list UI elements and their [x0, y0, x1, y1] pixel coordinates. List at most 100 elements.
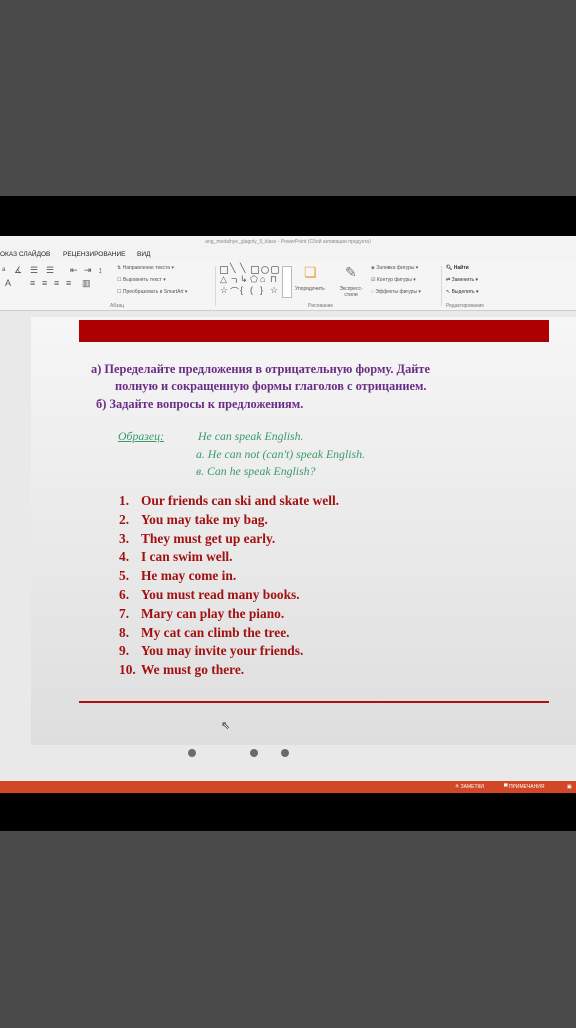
find-label: Найти [453, 265, 469, 271]
tab-review[interactable]: РЕЦЕНЗИРОВАНИЕ [63, 251, 126, 258]
list-item-text: My cat can climb the tree. [141, 624, 290, 640]
list-item-text: I can swim well. [141, 549, 233, 565]
notes-button[interactable]: ≙ ЗАМЕТКИ [455, 784, 484, 790]
columns-icon[interactable]: ▥ [82, 278, 91, 289]
ribbon-separator [441, 266, 442, 306]
shape-star-icon[interactable]: ☆ [220, 285, 228, 296]
clear-format-icon[interactable]: ∡ [14, 265, 22, 276]
editing-group-label: Редактирование [446, 303, 485, 309]
shape-line-icon[interactable]: ╲ [230, 263, 235, 274]
find-button[interactable]: 🔍︎ Найти [446, 265, 469, 271]
tab-slideshow[interactable]: ОКАЗ СЛАЙДОВ [0, 251, 50, 258]
video-progress-dot[interactable] [250, 749, 258, 757]
quick-styles-icon[interactable]: ✎ [345, 264, 357, 281]
list-item-number: 9. [119, 643, 130, 659]
align-right-icon[interactable]: ≡ [54, 278, 59, 288]
shape-brace-left-icon[interactable]: { [240, 285, 243, 295]
notes-label: ЗАМЕТКИ [460, 784, 485, 790]
example-question: в. Can he speak English? [196, 464, 316, 478]
list-item-number: 6. [119, 586, 130, 602]
shape-effects-button[interactable]: ◌ Эффекты фигуры ▾ [371, 289, 421, 295]
drawing-group-label: Рисование [308, 303, 334, 309]
shape-rounded-rect[interactable] [271, 266, 279, 274]
select-label: Выделить [451, 289, 475, 295]
shape-fill-label: Заливка фигуры [376, 265, 415, 271]
shape-can-icon[interactable]: ⊓ [270, 274, 277, 285]
list-item: 4. I can swim well. [119, 548, 339, 567]
shape-fill-button[interactable]: ◈ Заливка фигуры ▾ [371, 265, 418, 271]
replace-button[interactable]: ⇄ Заменить ▾ [446, 277, 478, 283]
smartart-button[interactable]: ☐ Преобразовать в SmartArt ▾ [117, 289, 187, 295]
quick-styles-button[interactable]: Экспресс-стили [334, 286, 368, 298]
shape-brace-right-icon[interactable]: } [260, 285, 263, 295]
video-progress-dot[interactable] [188, 749, 196, 757]
smartart-label: Преобразовать в SmartArt [122, 289, 184, 295]
arrange-icon[interactable]: ❏ [304, 264, 317, 281]
justify-icon[interactable]: ≡ [66, 278, 71, 288]
shape-cylinder-icon[interactable]: ⌂ [260, 274, 265, 284]
list-item-text: They must get up early. [141, 530, 276, 546]
slide[interactable]: а) Переделайте предложения в отрицательн… [31, 317, 576, 745]
shape-bracket-icon[interactable]: ( [250, 285, 253, 295]
list-item-number: 5. [119, 568, 130, 584]
shape-curve-icon[interactable]: ⌒ [230, 285, 239, 298]
outdent-icon[interactable]: ⇥ [84, 265, 92, 276]
select-button[interactable]: ↖ Выделить ▾ [446, 289, 479, 295]
shape-pentagon-icon[interactable]: ⬠ [250, 274, 258, 285]
ribbon-tabs: ОКАЗ СЛАЙДОВ РЕЦЕНЗИРОВАНИЕ ВИД [0, 248, 576, 262]
list-item: 7. Mary can play the piano. [119, 605, 339, 624]
list-item-text: Mary can play the piano. [141, 605, 285, 621]
align-text-button[interactable]: ☐ Выровнять текст ▾ [117, 277, 166, 283]
letterbox-bottom [0, 793, 576, 831]
arrange-button[interactable]: Упорядочить [295, 286, 325, 292]
comments-button[interactable]: ▀ ПРИМЕЧАНИЯ [504, 784, 544, 790]
list-item-text: Our friends can ski and skate well. [141, 493, 340, 508]
numbering-icon[interactable]: ☰ [46, 265, 54, 276]
shape-elbow-icon[interactable]: ↳ [240, 274, 248, 285]
shape-star-small-icon[interactable]: ☆ [270, 285, 278, 296]
bullets-icon[interactable]: ☰ [30, 265, 38, 276]
list-item-text: He may come in. [141, 568, 237, 584]
example-label: Образец: [118, 429, 164, 443]
example-negative: а. He can not (can't) speak English. [196, 447, 365, 461]
ribbon-separator [215, 266, 216, 306]
text-direction-label: Направление текста [122, 265, 170, 271]
shape-oval[interactable] [261, 266, 269, 274]
replace-label: Заменить [451, 277, 475, 283]
shapes-gallery-scroll[interactable] [282, 266, 292, 298]
slide-header-bar [79, 320, 549, 342]
tab-view[interactable]: ВИД [137, 251, 150, 258]
shape-triangle-icon[interactable]: △ [220, 274, 227, 285]
ribbon: ᵃ ∡ ☰ ☰ ⇤ ⇥ ↕ A ≡ ≡ ≡ ≡ ▥ ⇅ Направление … [0, 262, 576, 311]
mouse-cursor-icon: ⇖ [221, 720, 231, 732]
list-item: 9. You may invite your friends. [119, 642, 339, 661]
list-item: 5. He may come in. [119, 567, 339, 586]
align-left-icon[interactable]: ≡ [30, 278, 35, 288]
shape-arrow-icon[interactable]: ╲ [240, 263, 245, 274]
list-item: 6. You must read many books. [119, 586, 339, 605]
list-item-number: 1. [119, 493, 130, 508]
font-size-icon[interactable]: ᵃ [2, 265, 5, 275]
align-center-icon[interactable]: ≡ [42, 278, 47, 288]
shape-textbox[interactable] [220, 266, 228, 274]
shape-outline-label: Контур фигуры [376, 277, 412, 283]
list-item: 2. You may take my bag. [119, 511, 339, 530]
text-direction-button[interactable]: ⇅ Направление текста ▾ [117, 265, 174, 271]
task-a-line2: полную и сокращенную формы глаголов с от… [115, 379, 427, 393]
letterbox-top [0, 196, 576, 236]
list-item: 8. My cat can climb the tree. [119, 624, 339, 643]
shape-rectangle[interactable] [251, 266, 259, 274]
normal-view-icon[interactable]: ▣ [567, 784, 572, 790]
slide-canvas: а) Переделайте предложения в отрицательн… [0, 311, 576, 780]
list-item-number: 7. [119, 605, 130, 621]
font-color-icon[interactable]: A [5, 278, 11, 288]
video-progress-dot[interactable] [281, 749, 289, 757]
list-item: 3. They must get up early. [119, 530, 339, 549]
shape-outline-button[interactable]: ☑ Контур фигуры ▾ [371, 277, 416, 283]
list-item-text: You must read many books. [141, 586, 300, 602]
list-item-text: You may invite your friends. [141, 643, 304, 659]
powerpoint-window: ang_modalnye_glagoly_5_klass - PowerPoin… [0, 236, 576, 793]
shapes-gallery[interactable]: ╲ ╲ △ ㄱ ↳ ⬠ ⌂ ⊓ ☆ ⌒ { ( } ☆ [220, 263, 292, 298]
indent-icon[interactable]: ⇤ [70, 265, 78, 276]
line-spacing-icon[interactable]: ↕ [98, 265, 103, 275]
